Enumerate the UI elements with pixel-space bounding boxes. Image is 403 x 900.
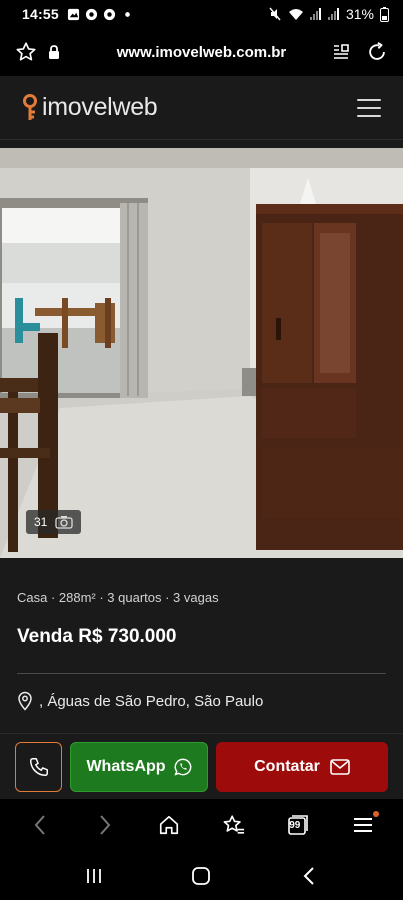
listing-photo[interactable]: 31 [0,148,403,558]
back-button[interactable] [20,805,60,845]
signal-icon [327,8,339,20]
chrome-icon [103,8,115,20]
status-bar: 14:55 31% [0,0,403,28]
notification-icons [67,8,134,21]
browser-toolbar: 99 [0,799,403,851]
chrome-icon [85,8,97,20]
back-nav-icon [303,866,314,885]
site-header: imovelweb [0,76,403,140]
camera-icon [55,516,74,529]
whatsapp-button[interactable]: WhatsApp [70,741,208,792]
whatsapp-icon [173,758,191,776]
wifi-icon [288,9,303,20]
menu-icon [353,818,372,832]
listing-location[interactable]: , Águas de São Pedro, São Paulo [17,691,386,711]
logo-text: imovelweb [42,93,158,121]
gallery-icon [67,8,79,20]
status-time: 14:55 [22,6,59,22]
contact-button[interactable]: Contatar [216,741,388,792]
signal-icon [309,8,321,20]
mail-icon [330,758,350,775]
system-status: 31% [268,6,389,22]
whatsapp-label: WhatsApp [86,757,166,775]
tabs-count: 99 [289,820,301,831]
recent-apps-button[interactable] [74,856,114,896]
forward-button[interactable] [85,805,125,845]
bookmarks-button[interactable] [214,805,254,845]
chevron-left-icon [34,815,45,835]
notification-dot [372,811,379,817]
home-nav-icon [192,866,211,885]
tabs-button[interactable]: 99 [278,805,318,845]
chevron-right-icon [100,815,111,835]
contact-label: Contatar [254,757,320,775]
header-spacer [0,140,403,148]
lock-icon[interactable] [40,38,68,66]
reload-icon[interactable] [363,38,391,66]
location-pin-icon [18,691,32,711]
recents-icon [86,868,101,883]
browser-address-bar: www.imovelweb.com.br [0,28,403,76]
phone-icon [29,757,48,776]
back-nav-button[interactable] [289,856,329,896]
mute-icon [269,7,281,21]
bookmark-star-icon[interactable] [12,38,40,66]
divider [17,673,386,674]
browser-menu-button[interactable] [343,805,383,845]
location-text: , Águas de São Pedro, São Paulo [39,692,264,710]
listing-features: Casa · 288m² · 3 quartos · 3 vagas [17,590,219,605]
key-logo-icon [23,93,37,120]
battery-level: 31% [345,6,374,22]
photo-counter[interactable]: 31 [26,510,82,534]
imovelweb-logo[interactable]: imovelweb [22,93,158,123]
contact-action-bar: WhatsApp Contatar [0,733,403,799]
home-button[interactable] [149,805,189,845]
listing-price: Venda R$ 730.000 [17,626,177,647]
listing-details: Casa · 288m² · 3 quartos · 3 vagas Venda… [0,558,403,733]
dot-icon [124,11,130,17]
reader-mode-icon[interactable] [327,38,355,66]
bookmarks-star-icon [223,815,244,834]
call-button[interactable] [15,741,62,792]
android-navigation-bar [0,851,403,900]
menu-icon[interactable] [357,98,381,117]
battery-icon [380,6,389,22]
home-nav-button[interactable] [181,856,221,896]
photo-count: 31 [34,515,48,529]
home-icon [160,815,179,835]
url-field[interactable]: www.imovelweb.com.br [76,44,327,61]
